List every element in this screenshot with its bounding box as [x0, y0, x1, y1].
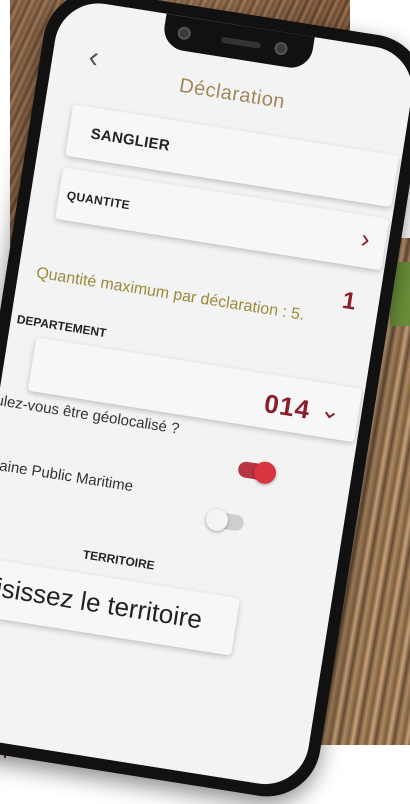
maritime-toggle[interactable]	[204, 507, 245, 533]
toggle-knob	[204, 507, 230, 533]
toggle-knob	[252, 460, 278, 486]
camera-icon	[176, 25, 192, 41]
species-label: SANGLIER	[89, 125, 172, 155]
speaker-grille	[220, 36, 262, 49]
territory-label: TERRITOIRE	[81, 547, 156, 573]
department-select[interactable]: 014 ⌄	[27, 337, 363, 443]
department-label: DEPARTEMENT	[15, 312, 108, 341]
sensor-icon	[273, 41, 289, 56]
chevron-left-icon[interactable]: ‹	[86, 40, 101, 74]
quantity-value[interactable]: 1	[340, 287, 357, 317]
geolocation-toggle[interactable]	[237, 460, 278, 486]
territory-placeholder: Choisissez le territoire	[0, 564, 205, 635]
page-title: Déclaration	[177, 74, 287, 114]
chevron-right-icon[interactable]: ›	[359, 223, 372, 255]
quantity-label: QUANTITE	[65, 188, 131, 213]
chevron-down-icon[interactable]: ⌄	[318, 395, 342, 427]
department-value: 014	[262, 388, 313, 425]
maritime-label: Domaine Public Maritime	[0, 452, 135, 496]
